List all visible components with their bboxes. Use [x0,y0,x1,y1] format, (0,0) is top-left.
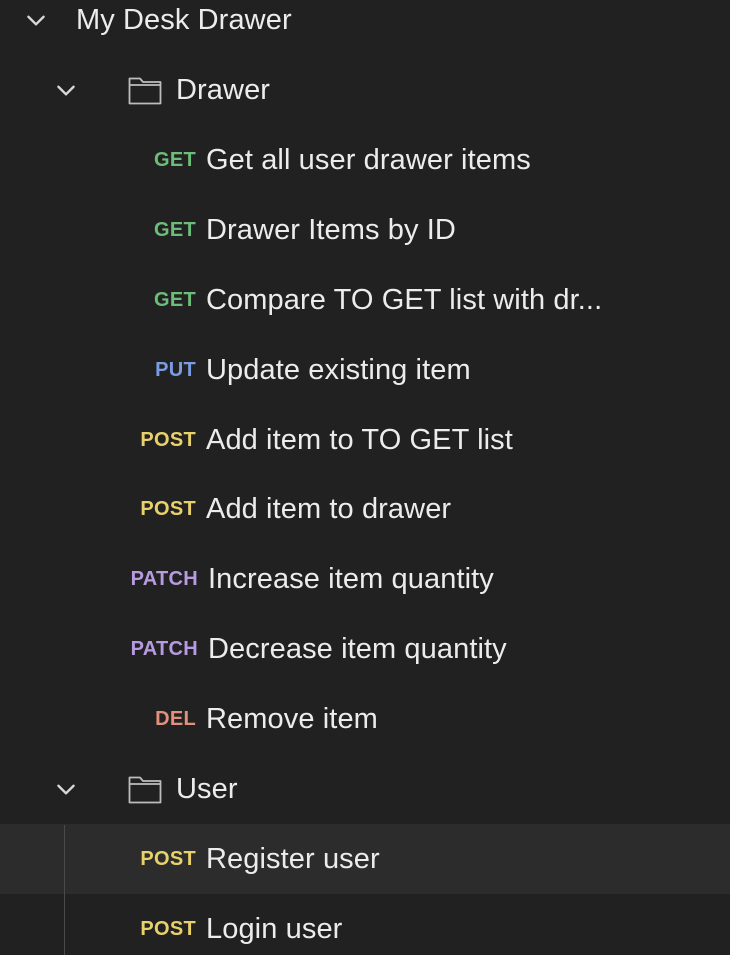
chevron-down-icon[interactable] [52,775,80,803]
method-badge: POST [140,847,196,870]
method-badge: POST [140,428,196,451]
request-row[interactable]: GET Drawer Items by ID [0,195,730,265]
request-row[interactable]: POST Add item to drawer [0,474,730,544]
request-row[interactable]: PATCH Decrease item quantity [0,614,730,684]
collection-row[interactable]: My Desk Drawer [0,0,730,55]
request-name: Drawer Items by ID [206,213,456,246]
request-name: Add item to drawer [206,492,452,525]
request-name: Login user [206,912,343,945]
folder-icon [127,72,163,108]
request-name: Update existing item [206,353,471,386]
request-row[interactable]: GET Compare TO GET list with dr... [0,265,730,335]
request-name: Increase item quantity [208,562,494,595]
method-badge: GET [153,218,196,241]
request-row[interactable]: POST Add item to TO GET list [0,405,730,475]
method-badge: GET [153,288,196,311]
request-name: Compare TO GET list with dr... [206,283,603,316]
folder-row-drawer[interactable]: Drawer [0,55,730,125]
method-badge: PATCH [130,637,198,660]
request-row[interactable]: POST Register user [0,824,730,894]
folder-icon [127,771,163,807]
request-row[interactable]: DEL Remove item [0,684,730,754]
request-row[interactable]: GET Get all user drawer items [0,125,730,195]
method-badge: PATCH [130,567,198,590]
collection-name: My Desk Drawer [76,3,292,36]
folder-name: User [176,772,238,805]
indent-guide [64,825,65,955]
method-badge: DEL [155,707,196,730]
request-name: Add item to TO GET list [206,423,513,456]
method-badge: PUT [155,358,196,381]
method-badge: GET [153,148,196,171]
request-row[interactable]: PUT Update existing item [0,335,730,405]
chevron-down-icon[interactable] [52,76,80,104]
request-name: Register user [206,842,380,875]
request-row[interactable]: POST Login user [0,894,730,955]
request-name: Decrease item quantity [208,632,507,665]
request-name: Remove item [206,702,378,735]
method-badge: POST [140,497,196,520]
method-badge: POST [140,917,196,940]
request-row[interactable]: PATCH Increase item quantity [0,544,730,614]
folder-row-user[interactable]: User [0,754,730,824]
collection-tree: My Desk Drawer Drawer GET Get all user d… [0,0,730,955]
chevron-down-icon[interactable] [22,6,50,34]
folder-name: Drawer [176,73,271,106]
request-name: Get all user drawer items [206,143,531,176]
